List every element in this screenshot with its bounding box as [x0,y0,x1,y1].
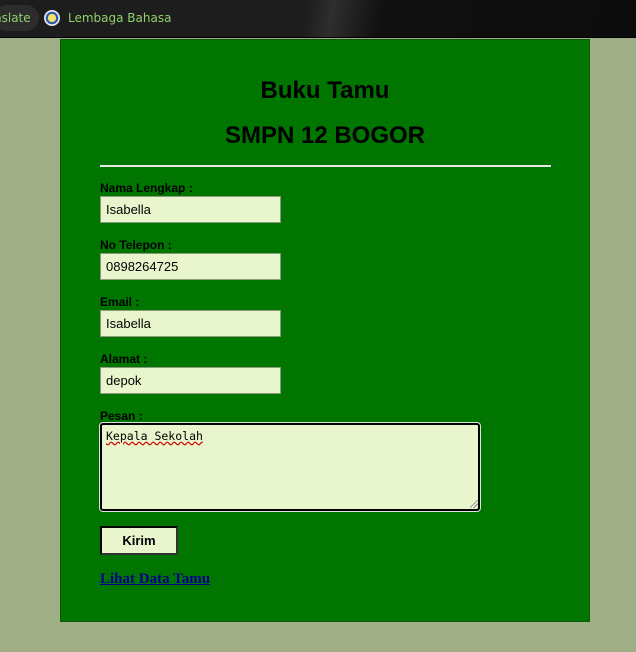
alamat-input[interactable] [100,367,281,394]
email-input[interactable] [100,310,281,337]
telepon-input[interactable] [100,253,281,280]
pesan-text: Kepala Sekolah [106,429,203,443]
pesan-label: Pesan : [100,409,143,423]
pesan-textarea[interactable]: Kepala Sekolah [100,423,480,511]
page-title: Buku Tamu [260,77,390,104]
alamat-label: Alamat : [100,352,148,366]
site-favicon-icon [44,10,60,26]
bookmark-lembaga-bahasa[interactable]: Lembaga Bahasa [44,5,171,31]
nama-label: Nama Lengkap : [100,181,193,195]
divider [100,165,551,167]
nama-input[interactable] [100,196,281,223]
kirim-button[interactable]: Kirim [100,526,178,555]
resize-handle-icon[interactable] [470,500,478,508]
bookmark-label: nslate [0,11,31,25]
bookmark-translate[interactable]: nslate [0,5,39,31]
browser-bookmarks-bar: nslate Lembaga Bahasa [0,0,636,38]
page-subtitle: SMPN 12 BOGOR [224,122,426,149]
email-label: Email : [100,295,140,309]
bookmark-label: Lembaga Bahasa [68,11,172,25]
telepon-label: No Telepon : [100,238,172,252]
guestbook-panel: Buku Tamu SMPN 12 BOGOR Nama Lengkap : N… [60,39,590,622]
lihat-data-tamu-link[interactable]: Lihat Data Tamu [100,571,210,588]
